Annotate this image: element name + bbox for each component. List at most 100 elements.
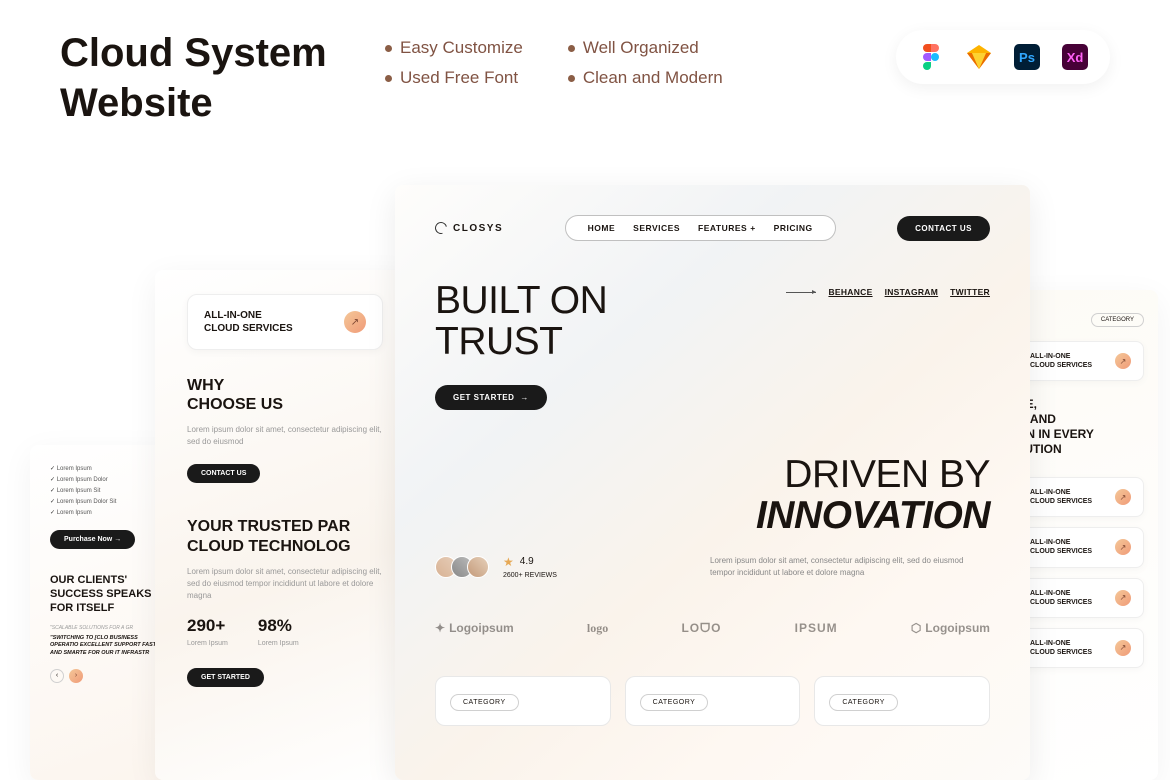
purchase-button[interactable]: Purchase Now → [50,530,135,549]
mini-service-card[interactable]: ALL-IN-ONECLOUD SERVICES ↗ [1017,578,1144,618]
title-line: CLOUD SERVICES [1030,648,1092,657]
hero-description: Lorem ipsum dolor sit amet, consectetur … [710,555,990,579]
avatar [467,556,489,578]
testimonial-tag: "SCALABLE SOLUTIONS FOR A GR [50,625,165,631]
hero-sub-line: DRIVEN BY [710,455,990,496]
contact-button[interactable]: CONTACT US [897,216,990,241]
title-line: CLOUD SERVICES [1030,598,1092,607]
bullet-icon [568,75,575,82]
nav-services[interactable]: SERVICES [633,223,680,233]
why-heading: WHY CHOOSE US [187,376,383,414]
category-card[interactable]: CATEGORY [814,676,990,726]
svg-text:Ps: Ps [1019,50,1035,65]
title-line: ALL-IN-ONE [1030,352,1092,361]
heading-line: CHOOSE US [187,395,383,414]
service-title: ALL-IN-ONE CLOUD SERVICES [204,309,293,335]
figma-icon [918,44,944,70]
arrow-up-right-icon: ↗ [344,311,366,333]
mini-service-title: ALL-IN-ONE CLOUD SERVICES [1030,352,1092,370]
service-card[interactable]: ALL-IN-ONE CLOUD SERVICES ↗ [187,294,383,350]
testimonial-quote: "SWITCHING TO [CLO BUSINESS OPERATIO EXC… [50,635,165,656]
arrow-up-right-icon: ↗ [1115,590,1131,606]
avatar-group [435,556,489,578]
button-label: Purchase Now [64,536,112,543]
tool-badges: Ps Xd [896,30,1110,84]
logo-label: Logoipsum [925,621,990,635]
feature-list: Easy Customize Well Organized Used Free … [385,38,723,88]
page-title: Cloud System Website [60,28,327,128]
feature-label: Well Organized [583,38,699,58]
get-started-button[interactable]: GET STARTED → [435,385,547,410]
logo-label: Logoipsum [449,621,514,635]
category-pill: CATEGORY [1091,313,1144,327]
xd-icon: Xd [1062,44,1088,70]
logo-1: ✦Logoipsum [435,621,514,635]
nav-label: FEATURES [698,223,747,233]
hero-bottom: ★4.9 2600+ REVIEWS DRIVEN BY INNOVATION … [435,455,990,579]
mini-service-card[interactable]: ALL-IN-ONECLOUD SERVICES ↗ [1017,477,1144,517]
pager-next[interactable]: › [69,669,83,683]
title-line: CLOUD SERVICES [1030,547,1092,556]
feature-4: Clean and Modern [568,68,723,88]
logo-2: logo [587,621,608,636]
feature-label: Easy Customize [400,38,523,58]
brand-logo[interactable]: CLOSYS [435,222,503,234]
mockup-left: ALL-IN-ONE CLOUD SERVICES ↗ WHY CHOOSE U… [155,270,415,780]
feature-label: Clean and Modern [583,68,723,88]
hero-sub-line-em: INNOVATION [756,494,990,537]
title-line: ALL-IN-ONE [204,309,293,322]
check-item: Lorem Ipsum Sit [50,487,165,494]
nav-pricing[interactable]: PRICING [774,223,813,233]
category-pill: CATEGORY [829,694,898,711]
bullet-icon [385,75,392,82]
category-card[interactable]: CATEGORY [435,676,611,726]
bolt-icon: ⬡ [911,621,921,635]
mini-service-card[interactable]: ALL-IN-ONECLOUD SERVICES ↗ [1017,527,1144,567]
social-twitter[interactable]: TWITTER [950,287,990,297]
stat-2: 98% Lorem Ipsum [258,616,299,648]
get-started-button[interactable]: GET STARTED [187,668,264,687]
social-instagram[interactable]: INSTAGRAM [885,287,939,297]
pager-prev[interactable]: ‹ [50,669,64,683]
title-line: ALL-IN-ONE [1030,488,1092,497]
logo-5: ⬡ Logoipsum [911,621,990,635]
heading-line: YOUR TRUSTED PAR [187,517,383,536]
button-label: GET STARTED [453,393,514,402]
hero-top: BUILT ON TRUST GET STARTED → BEHANCE INS… [435,281,990,410]
mini-service-card[interactable]: ALL-IN-ONECLOUD SERVICES ↗ [1017,628,1144,668]
stat-number: 98% [258,616,299,636]
plus-icon: + [750,223,755,233]
social-behance[interactable]: BEHANCE [828,287,872,297]
check-item: Lorem Ipsum Dolor [50,476,165,483]
category-card[interactable]: CATEGORY [625,676,801,726]
nav-features[interactable]: FEATURES + [698,223,756,233]
pager: ‹ › [50,669,165,683]
hero-subtitle: DRIVEN BY INNOVATION [710,455,990,537]
star-icon: ★ [503,555,514,569]
photoshop-icon: Ps [1014,44,1040,70]
contact-button[interactable]: CONTACT US [187,464,260,483]
rating-value: 4.9 [520,556,534,567]
title-line: ALL-IN-ONE [1030,589,1092,598]
mockup-header: CLOSYS HOME SERVICES FEATURES + PRICING … [435,215,990,241]
check-item: Lorem Ipsum Dolor Sit [50,498,165,505]
bullet-icon [385,45,392,52]
stat-number: 290+ [187,616,228,636]
stat-1: 290+ Lorem Ipsum [187,616,228,648]
heading-line: FOR ITSELF [50,602,165,616]
title-line: ALL-IN-ONE [1030,538,1092,547]
brand-name: CLOSYS [453,223,503,234]
svg-text:Xd: Xd [1067,50,1084,65]
check-list: Lorem Ipsum Lorem Ipsum Dolor Lorem Ipsu… [50,465,165,516]
why-desc: Lorem ipsum dolor sit amet, consectetur … [187,424,383,448]
mini-service-card[interactable]: ALL-IN-ONE CLOUD SERVICES ↗ [1017,341,1144,381]
nav: HOME SERVICES FEATURES + PRICING [565,215,836,241]
reviews-count: 2600+ REVIEWS [503,572,557,579]
arrow-up-right-icon: ↗ [1115,539,1131,555]
logo-4: IPSUM [795,621,838,635]
mini-service-title: ALL-IN-ONECLOUD SERVICES [1030,488,1092,506]
nav-home[interactable]: HOME [588,223,616,233]
heading-line: WHY [187,376,383,395]
heading-line: OUR CLIENTS' [50,574,165,588]
trusted-heading: YOUR TRUSTED PAR CLOUD TECHNOLOG [187,517,383,555]
